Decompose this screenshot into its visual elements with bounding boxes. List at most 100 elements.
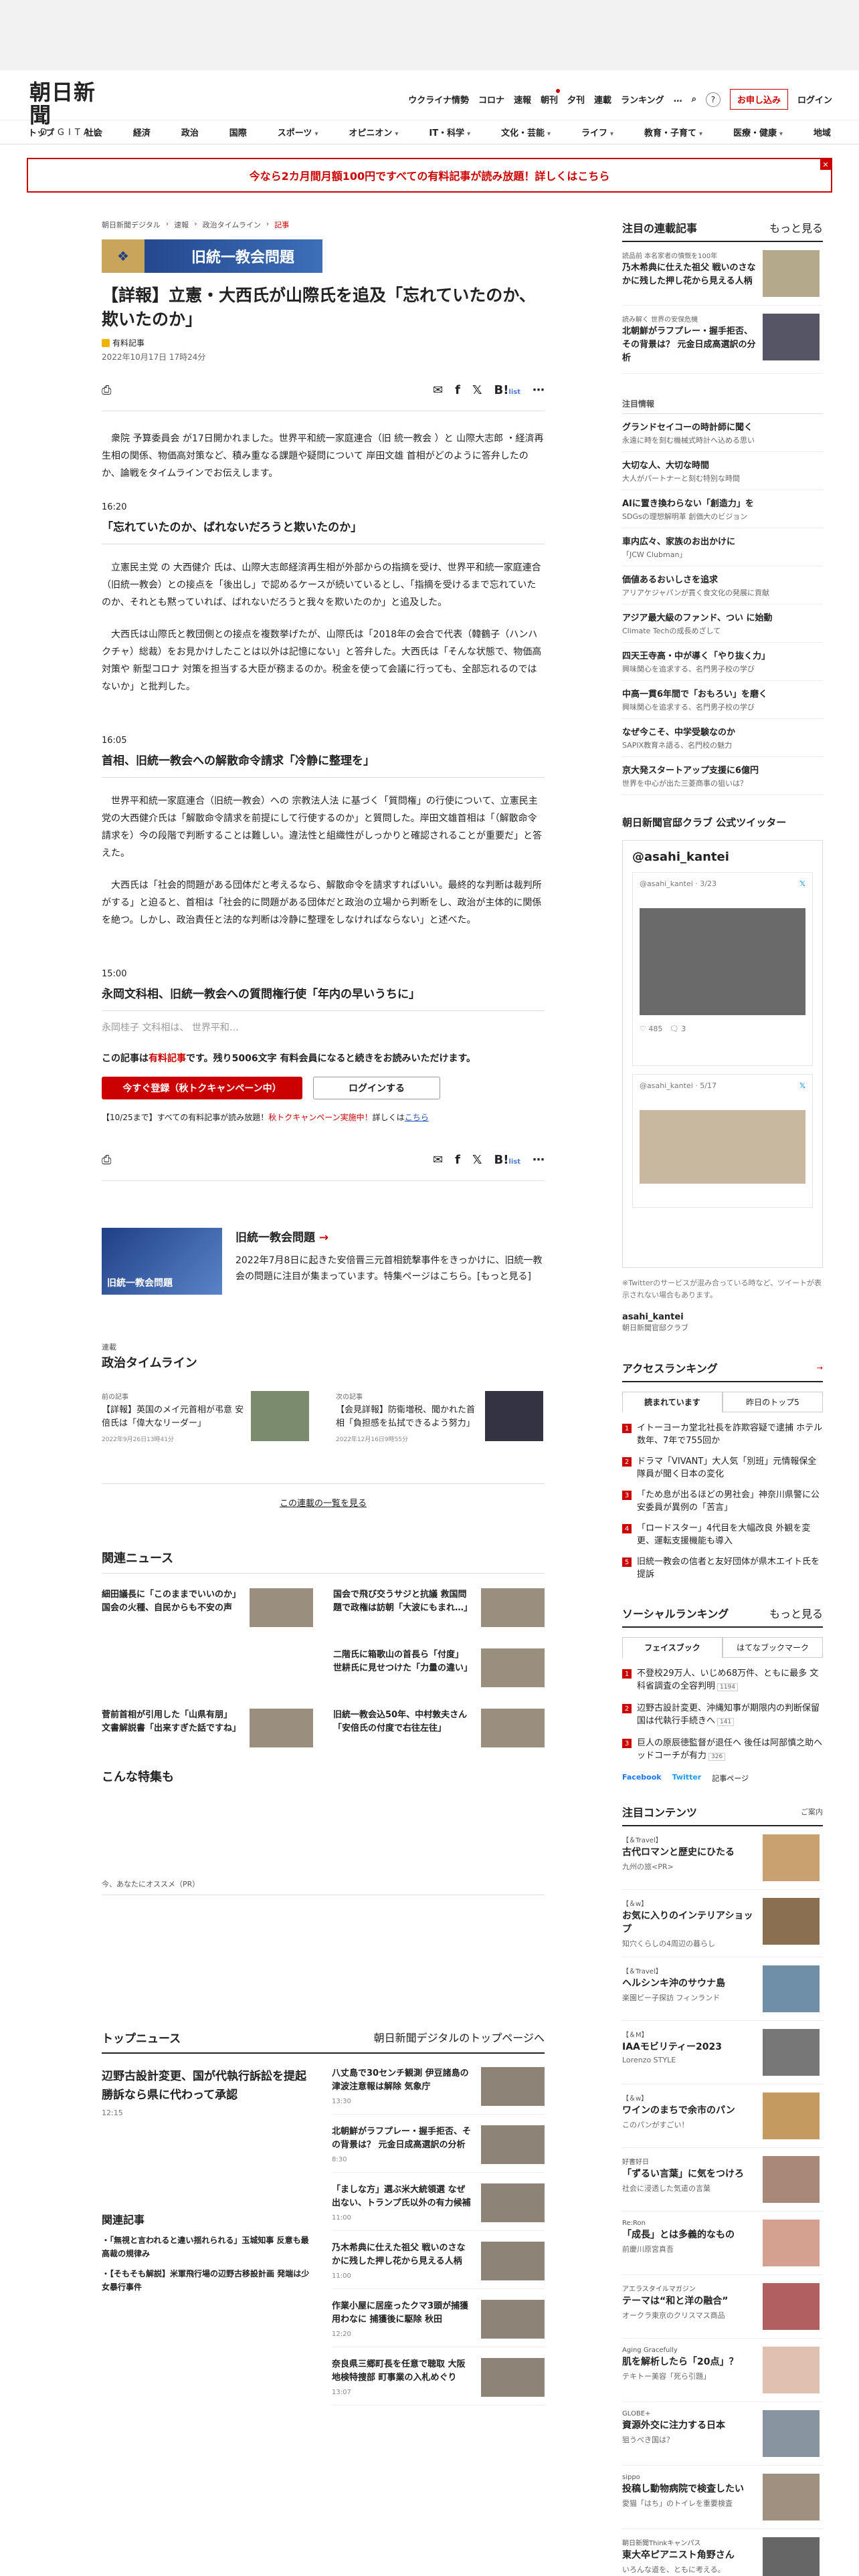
promo-banner[interactable]: 今なら2カ月間月額100円ですべての有料記事が読み放題！詳しくはこちら ✕	[27, 158, 832, 193]
top-news-link[interactable]: 朝日新聞デジタルのトップページへ	[374, 2029, 545, 2046]
hatena-icon[interactable]: B!list	[494, 1153, 520, 1167]
content-item[interactable]: アエラスタイルマガジン テーマは“和と洋の融合” オークラ東京のクリスマス商品	[622, 2275, 823, 2339]
hatena-icon[interactable]: B!list	[494, 383, 520, 397]
news-item[interactable]: 二階氏に箱歌山の首長ら「付度」 世耕氏に見せつけた「力量の違い」	[333, 1634, 545, 1694]
crumb-home[interactable]: 朝日新聞デジタル	[102, 219, 161, 230]
util-corona[interactable]: コロナ	[478, 93, 504, 106]
ranking-item[interactable]: 4 「ロードスター」4代目を大幅改良 外観を変更、運転支援機能も導入	[622, 1518, 823, 1551]
content-item[interactable]: Aging Gracefully 肌を解析したら「20点」？ テキトー美容「死ら引題…	[622, 2339, 823, 2402]
series-more-link[interactable]: この連載の一覧を見る	[102, 1483, 545, 1509]
top-news-item[interactable]: 作業小屋に居座ったクマ3頭が捕獲用わなに 捕獲後に駆除 秋田 12:20	[332, 2300, 545, 2347]
facebook-icon[interactable]: f	[455, 383, 460, 397]
twitter-timeline[interactable]: @asahi_kantei @asahi_kantei · 3/23 𝕏 ♡ 48…	[622, 840, 823, 1268]
highlight-item[interactable]: 京大発スタートアップ支援に6億円 世界を中心が出た三菱商事の狙いは？	[622, 757, 823, 795]
social-item[interactable]: 3 巨人の原辰徳監督が退任へ 後任は阿部慎之助ヘッドコーチが有力 326	[622, 1733, 823, 1767]
close-icon[interactable]: ✕	[820, 159, 831, 170]
print-icon[interactable]: ⎙	[102, 383, 111, 397]
tab-read[interactable]: 読まれています	[622, 1392, 723, 1412]
util-breaking[interactable]: 速報	[514, 93, 531, 106]
content-item[interactable]: GLOBE+ 資源外交に注力する日本 狙うべき国は？	[622, 2402, 823, 2466]
hatena-list-link[interactable]: list	[508, 1158, 520, 1166]
search-icon[interactable]: ⌕	[692, 94, 696, 104]
more-icon[interactable]: ⋯	[533, 1153, 545, 1167]
gnav-sports[interactable]: スポーツ	[278, 128, 312, 138]
mail-icon[interactable]: ✉	[433, 1153, 443, 1167]
ranking-item[interactable]: 3 「ため息が出るほどの男社会」神奈川県警に公安委員が異例の「苦言」	[622, 1485, 823, 1518]
gnav-economy[interactable]: 経済	[133, 126, 151, 138]
twitter-icon[interactable]: 𝕏	[472, 1153, 482, 1167]
content-item[interactable]: 【＆Travel】 古代ロマンと歴史にひたる 九州の旅<PR>	[622, 1826, 823, 1890]
ranking-item[interactable]: 1 イトーヨーカ堂北社長を詐欺容疑で逮捕 ホテル数年、7年で755回か	[622, 1418, 823, 1451]
content-item[interactable]: 好書好日 「ずるい言葉」に気をつけろ 社会に浸透した気遣の言葉	[622, 2148, 823, 2212]
highlight-item[interactable]: AIに置き換わらない「創造力」を SDGsの理想解明革 創価大のビジョン	[622, 490, 823, 528]
site-logo[interactable]: 朝日新聞 DIGITAL	[29, 81, 113, 138]
util-ukraine[interactable]: ウクライナ情勢	[408, 93, 469, 106]
top-news-item[interactable]: 乃木希典に仕えた祖父 戦いのさなかに残した押し花から見える人柄 11:00	[332, 2242, 545, 2289]
top-news-lead[interactable]: 辺野古設計変更、国が代執行訴訟を提起 勝訴なら県に代わって承認	[102, 2067, 316, 2105]
series-prev[interactable]: 前の記事 【詳報】英国のメイ元首相が弔意 安倍氏は「偉大なリーダー」 2022年…	[102, 1391, 309, 1443]
highlight-item[interactable]: 価値あるおいしさを追求 アリアケジャパンが貫く食文化の発展に貢献	[622, 566, 823, 605]
ranking-item[interactable]: 5 旧統一教会の信者と友好団体が県木エイト氏を提訴	[622, 1551, 823, 1585]
side-series-more[interactable]: もっと見る	[769, 219, 823, 235]
feature-block[interactable]: 旧統一教会問題 旧統一教会問題 → 2022年7月8日に起きた安倍晋三元首相銃撃…	[102, 1228, 545, 1295]
util-series[interactable]: 連載	[594, 93, 611, 106]
gnav-edu[interactable]: 教育・子育て	[644, 128, 696, 138]
highlight-item[interactable]: グランドセイコーの時計師に聞く 永遠に時を刻む機械式時計へ込める思い	[622, 414, 823, 452]
note-link[interactable]: こちら	[405, 1113, 429, 1122]
social-item[interactable]: 2 辺野古設計変更、沖縄知事が期限内の判断保留 国は代執行手続きへ 141	[622, 1698, 823, 1733]
highlight-item[interactable]: アジア最大級のファンド、つい に始動 Climate Techの成長めざして	[622, 605, 823, 643]
login-button[interactable]: ログインする	[313, 1077, 440, 1099]
social-more[interactable]: もっと見る	[769, 1605, 823, 1621]
top-news-item[interactable]: 奈良県三郷町長を任意で聴取 大阪地検特捜部 町事業の入札めぐり 13:07	[332, 2358, 545, 2405]
content-item[interactable]: 【＆w】 お気に入りのインテリアショップ 知穴くらしの4周辺の暮らし	[622, 1890, 823, 1957]
util-morning[interactable]: 朝刊	[541, 96, 558, 106]
social-facebook-link[interactable]: Facebook	[622, 1773, 662, 1784]
more-icon[interactable]: ⋯	[533, 383, 545, 397]
ranking-item[interactable]: 2 ドラマ「VIVANT」大人気「別班」元情報保全隊員が聞く日本の変化	[622, 1451, 823, 1485]
content-item[interactable]: 【＆M】 IAAモビリティー2023 Lorenzo STYLE	[622, 2021, 823, 2084]
login-link[interactable]: ログイン	[797, 93, 832, 106]
content-item[interactable]: 朝日新聞Thinkキャンパス 東大卒ピアニスト角野さん いろんな道を、ともに考える。	[622, 2529, 823, 2576]
print-icon[interactable]: ⎙	[102, 1153, 111, 1167]
hatena-list-link[interactable]: list	[508, 389, 520, 396]
util-more[interactable]: …	[674, 94, 682, 104]
side-series-item[interactable]: 読み解く 世界の安保危機 北朝鮮がラフプレー・握手拒否、その背景は？ 元金日成高選…	[622, 306, 823, 374]
side-series-item[interactable]: 読品前 本名家者の憤慨を100年 乃木希典に仕えた祖父 戦いのさなかに残した押し花…	[622, 242, 823, 306]
related-article[interactable]: ・【そもそも解説】米軍飛行場の辺野古移設計画 発端は少女暴行事件	[102, 2267, 316, 2294]
util-evening[interactable]: 夕刊	[567, 93, 585, 106]
crumb-breaking[interactable]: 速報	[174, 219, 189, 230]
content-item[interactable]: Re:Ron 「成長」とは多義的なもの 前慶川原宮真吾	[622, 2212, 823, 2275]
tab-yesterday[interactable]: 昨日のトップ5	[723, 1392, 823, 1412]
gnav-politics[interactable]: 政治	[181, 126, 199, 138]
gnav-world[interactable]: 国際	[229, 126, 247, 138]
highlight-item[interactable]: 大切な人、大切な時間 大人がパートナーと刻む特別な時間	[622, 452, 823, 490]
tab-facebook[interactable]: フェイスブック	[622, 1637, 723, 1658]
gnav-region[interactable]: 地域	[814, 126, 831, 138]
social-item[interactable]: 1 不登校29万人、いじめ68万件、ともに最多 文科省調査の全容判明 1194	[622, 1663, 823, 1698]
help-icon[interactable]: ?	[705, 92, 721, 107]
tweet-card[interactable]: @asahi_kantei · 5/17 𝕏	[632, 1074, 813, 1208]
news-item[interactable]: 菅前首相が引用した「山県有朋」 文書解説書「出来すぎた話ですね」	[102, 1694, 313, 1754]
util-ranking[interactable]: ランキング	[621, 93, 664, 106]
gnav-culture[interactable]: 文化・芸能	[501, 128, 545, 138]
content-item[interactable]: sippo 投稿し動物病院で検査したい 愛猫「はち」のトイレを重要検査	[622, 2466, 823, 2529]
social-article-link[interactable]: 記事ページ	[712, 1773, 749, 1784]
news-item[interactable]: 細田議長に「このままでいいのか」 国会の火種、自民からも不安の声	[102, 1574, 313, 1634]
gnav-life[interactable]: ライフ	[581, 128, 607, 138]
highlight-item[interactable]: 中高一貫6年間で「おもろい」を磨く 興味関心を追求する、名門男子校の学び	[622, 681, 823, 719]
gnav-it[interactable]: IT・科学	[429, 128, 464, 138]
mail-icon[interactable]: ✉	[433, 383, 443, 397]
news-item[interactable]: 旧統一教会込50年、中村敦夫さん「安倍氏の付度で右往左往」	[333, 1694, 545, 1754]
series-next[interactable]: 次の記事 【会見詳報】防衛増税、聞かれた首相「負担感を払拭できるよう努力」 20…	[336, 1391, 543, 1443]
social-twitter-link[interactable]: Twitter	[672, 1773, 702, 1784]
tab-hatena[interactable]: はてなブックマーク	[723, 1637, 823, 1658]
tweet-card[interactable]: @asahi_kantei · 3/23 𝕏 ♡ 485 🗨 3	[632, 872, 813, 1066]
facebook-icon[interactable]: f	[455, 1153, 460, 1167]
related-article[interactable]: ・「無視と言われると違い揺れられる」玉城知事 反意も最高裁の規律み	[102, 2234, 316, 2260]
top-news-item[interactable]: 八丈島で30センチ観測 伊豆諸島の津波注意報は解除 気象庁 13:30	[332, 2067, 545, 2115]
crumb-timeline[interactable]: 政治タイムライン	[203, 219, 261, 230]
content-item[interactable]: 【＆w】 ワインのまちで余市のパン このパンがすごい！	[622, 2084, 823, 2148]
content-item[interactable]: 【＆Travel】 ヘルシンキ沖のサウナ島 楽園ピー子探訪 フィンランド	[622, 1957, 823, 2021]
gnav-health[interactable]: 医療・健康	[733, 128, 777, 138]
highlight-item[interactable]: 四天王寺高・中が導く「やり抜く力」 興味関心を追求する、名門男子校の学び	[622, 643, 823, 681]
